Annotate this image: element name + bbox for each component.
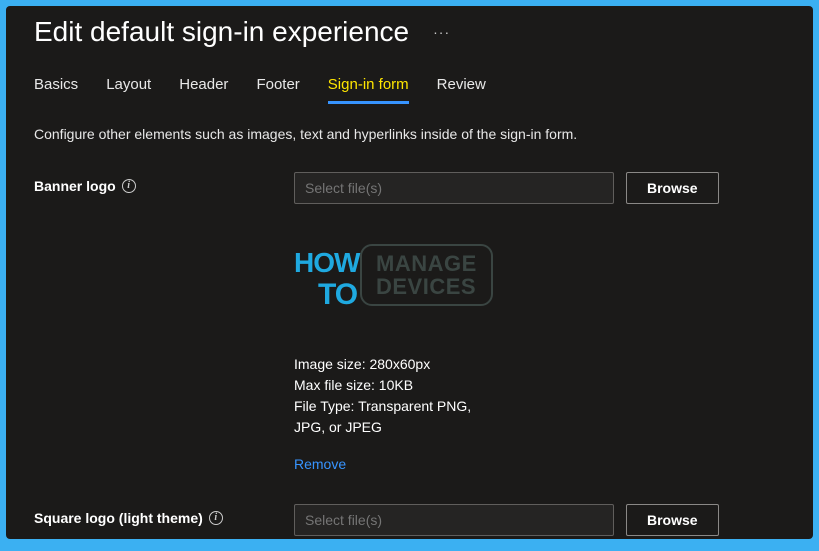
spec-file-type-2: JPG, or JPEG — [294, 417, 785, 438]
preview-text-box: MANAGE DEVICES — [360, 244, 493, 306]
more-actions-button[interactable]: ··· — [433, 24, 450, 40]
info-icon[interactable]: i — [122, 179, 136, 193]
banner-logo-field: Banner logo i Browse HOW TO MANAGE DEVIC… — [34, 172, 785, 474]
tab-bar: Basics Layout Header Footer Sign-in form… — [34, 76, 785, 104]
spec-file-type-1: File Type: Transparent PNG, — [294, 396, 785, 417]
banner-logo-label: Banner logo — [34, 178, 116, 194]
square-logo-label: Square logo (light theme) — [34, 510, 203, 526]
info-icon[interactable]: i — [209, 511, 223, 525]
preview-text-to: TO — [318, 278, 357, 312]
spec-image-size: Image size: 280x60px — [294, 354, 785, 375]
preview-text-how: HOW — [294, 250, 359, 277]
square-logo-browse-button[interactable]: Browse — [626, 504, 719, 536]
page-title: Edit default sign-in experience — [34, 16, 409, 48]
tab-description: Configure other elements such as images,… — [34, 126, 785, 142]
tab-review[interactable]: Review — [437, 76, 486, 103]
tab-basics[interactable]: Basics — [34, 76, 78, 103]
tab-header[interactable]: Header — [179, 76, 228, 103]
tab-layout[interactable]: Layout — [106, 76, 151, 103]
banner-logo-file-input[interactable] — [294, 172, 614, 204]
banner-logo-preview: HOW TO MANAGE DEVICES — [294, 244, 514, 324]
banner-logo-remove-link[interactable]: Remove — [294, 456, 346, 472]
spec-max-file-size: Max file size: 10KB — [294, 375, 785, 396]
tab-signin-form[interactable]: Sign-in form — [328, 76, 409, 104]
banner-logo-browse-button[interactable]: Browse — [626, 172, 719, 204]
square-logo-field: Square logo (light theme) i Browse — [34, 504, 785, 536]
banner-logo-specs: Image size: 280x60px Max file size: 10KB… — [294, 354, 785, 438]
tab-footer[interactable]: Footer — [256, 76, 299, 103]
square-logo-file-input[interactable] — [294, 504, 614, 536]
